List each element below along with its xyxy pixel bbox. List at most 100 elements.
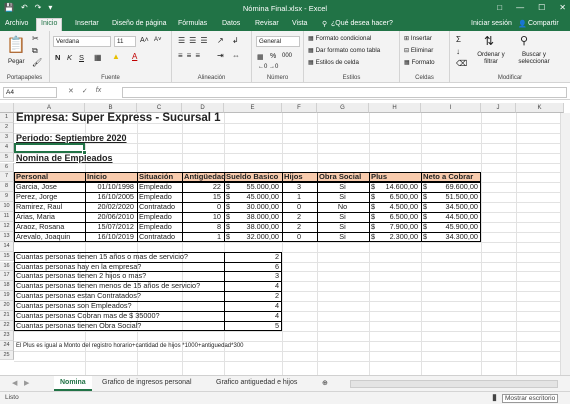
row-header-11[interactable]: 11	[0, 212, 14, 222]
wrap-text-icon[interactable]: ↲	[232, 36, 239, 45]
minimize-icon[interactable]: —	[516, 3, 524, 12]
column-header-i[interactable]: I	[421, 103, 481, 113]
sign-in-link[interactable]: Iniciar sesión	[471, 20, 512, 27]
share-button[interactable]: Compartir	[528, 20, 559, 27]
italic-button[interactable]: K	[67, 53, 72, 62]
tab-data[interactable]: Datos	[222, 20, 240, 27]
row-header-15[interactable]: 15	[0, 251, 14, 262]
row-header-16[interactable]: 16	[0, 261, 14, 272]
row-header-7[interactable]: 7	[0, 172, 14, 183]
column-header-j[interactable]: J	[481, 103, 516, 113]
cell-styles-button[interactable]: ▦ Estilos de celda	[308, 59, 359, 66]
row-header-1[interactable]: 1	[0, 113, 14, 123]
number-format-select[interactable]: General	[256, 36, 300, 47]
sheet-tab-ingresos[interactable]: Grafico de ingresos personal	[96, 376, 198, 391]
row-header-21[interactable]: 21	[0, 311, 14, 321]
row-header-4[interactable]: 4	[0, 142, 14, 153]
vertical-align-icons[interactable]: ☰☰☰	[178, 36, 212, 45]
share-icon[interactable]: 👤	[518, 20, 527, 28]
sheet-tab-nomina[interactable]: Nomina	[54, 376, 92, 391]
sheet-tab-antiguedad[interactable]: Grafico antiguedad e hijos	[210, 376, 303, 391]
column-header-f[interactable]: F	[282, 103, 317, 113]
format-painter-icon[interactable]: 🖌	[32, 58, 42, 67]
tab-page-layout[interactable]: Diseño de página	[112, 20, 167, 27]
horizontal-scrollbar[interactable]	[350, 380, 558, 388]
decimal-icons[interactable]: ←0 →0	[258, 64, 278, 70]
row-header-13[interactable]: 13	[0, 231, 14, 242]
currency-icon[interactable]: ▦	[257, 53, 264, 61]
shrink-font-icon[interactable]: A˅	[154, 37, 162, 43]
ribbon-display-icon[interactable]: □	[497, 3, 502, 12]
sort-filter-icon[interactable]: ⇅	[484, 34, 494, 48]
indent-icon[interactable]: ⇥	[217, 51, 224, 60]
horizontal-align-icons[interactable]: ≡≡≡	[178, 51, 204, 60]
row-header-17[interactable]: 17	[0, 271, 14, 282]
select-all-corner[interactable]	[0, 103, 14, 113]
font-color-icon[interactable]: A	[132, 52, 137, 61]
row-header-2[interactable]: 2	[0, 122, 14, 133]
borders-icon[interactable]: ▦	[94, 53, 102, 62]
tab-file[interactable]: Archivo	[5, 20, 28, 27]
cancel-icon[interactable]: ✕	[68, 87, 74, 95]
row-header-10[interactable]: 10	[0, 202, 14, 212]
view-icon[interactable]: ▮	[492, 392, 497, 403]
delete-cells-button[interactable]: ⊟ Eliminar	[404, 47, 433, 54]
paste-button[interactable]: Pegar	[8, 58, 25, 65]
percent-button[interactable]: %	[270, 53, 276, 60]
row-header-23[interactable]: 23	[0, 330, 14, 341]
row-header-6[interactable]: 6	[0, 162, 14, 173]
formula-input[interactable]	[122, 87, 567, 98]
new-sheet-icon[interactable]: ⊕	[316, 376, 334, 391]
maximize-icon[interactable]: ☐	[538, 3, 545, 12]
show-desktop-button[interactable]: Mostrar escritorio	[502, 394, 559, 403]
selected-cell-a4[interactable]	[14, 142, 85, 153]
autosum-icon[interactable]: Σ	[456, 35, 461, 44]
find-select-icon[interactable]: ⚲	[520, 34, 528, 47]
row-header-12[interactable]: 12	[0, 221, 14, 232]
row-header-5[interactable]: 5	[0, 152, 14, 163]
row-header-20[interactable]: 20	[0, 301, 14, 311]
conditional-format-button[interactable]: ▦ Formato condicional	[308, 35, 371, 42]
tab-review[interactable]: Revisar	[255, 20, 279, 27]
font-size-select[interactable]: 11	[114, 36, 136, 47]
row-header-18[interactable]: 18	[0, 281, 14, 292]
format-cells-button[interactable]: ▦ Formato	[404, 59, 435, 66]
find-select-button[interactable]: Buscar y seleccionar	[510, 51, 558, 65]
selected-cell-handle[interactable]	[82, 149, 87, 155]
grow-font-icon[interactable]: A˄	[140, 37, 149, 44]
tab-view[interactable]: Vista	[292, 20, 307, 27]
column-header-g[interactable]: G	[317, 103, 369, 113]
vertical-scrollbar[interactable]	[560, 113, 570, 375]
fx-icon[interactable]: fx	[96, 87, 101, 95]
insert-cells-button[interactable]: ⊞ Insertar	[404, 35, 432, 42]
tab-formulas[interactable]: Fórmulas	[178, 20, 207, 27]
sort-filter-button[interactable]: Ordenar y filtrar	[474, 51, 508, 65]
column-header-e[interactable]: E	[224, 103, 282, 113]
row-header-14[interactable]: 14	[0, 241, 14, 252]
fill-color-icon[interactable]: ▲	[112, 52, 120, 61]
row-header-22[interactable]: 22	[0, 320, 14, 331]
merge-center-icon[interactable]: ⇔	[232, 51, 240, 60]
row-header-25[interactable]: 25	[0, 350, 14, 361]
cut-icon[interactable]: ✂	[32, 34, 39, 43]
bold-button[interactable]: N	[55, 53, 60, 62]
enter-icon[interactable]: ✓	[82, 87, 88, 95]
font-name-select[interactable]: Verdana	[53, 36, 111, 47]
copy-icon[interactable]: ⧉	[32, 46, 38, 56]
orientation-icon[interactable]: ↗	[217, 36, 224, 45]
column-header-k[interactable]: K	[516, 103, 564, 113]
next-sheet-icon[interactable]: ▶	[18, 376, 35, 391]
clear-icon[interactable]: ⌫	[456, 59, 467, 68]
row-header-9[interactable]: 9	[0, 192, 14, 203]
tab-home[interactable]: Inicio	[36, 18, 63, 31]
underline-button[interactable]: S	[79, 53, 84, 62]
worksheet-grid[interactable]: A B C D E F G H I J K 1 2 3 4 5 6 7 8 9 10 11 12 13 14 15 16 17 18 19…	[0, 103, 570, 375]
format-as-table-button[interactable]: ▦ Dar formato como tabla	[308, 47, 380, 54]
tab-insert[interactable]: Insertar	[75, 20, 99, 27]
fill-icon[interactable]: ↓	[456, 47, 460, 56]
paste-icon[interactable]: 📋	[6, 35, 26, 55]
row-header-8[interactable]: 8	[0, 182, 14, 193]
row-header-3[interactable]: 3	[0, 132, 14, 143]
column-header-h[interactable]: H	[369, 103, 421, 113]
close-icon[interactable]: ✕	[559, 3, 566, 12]
